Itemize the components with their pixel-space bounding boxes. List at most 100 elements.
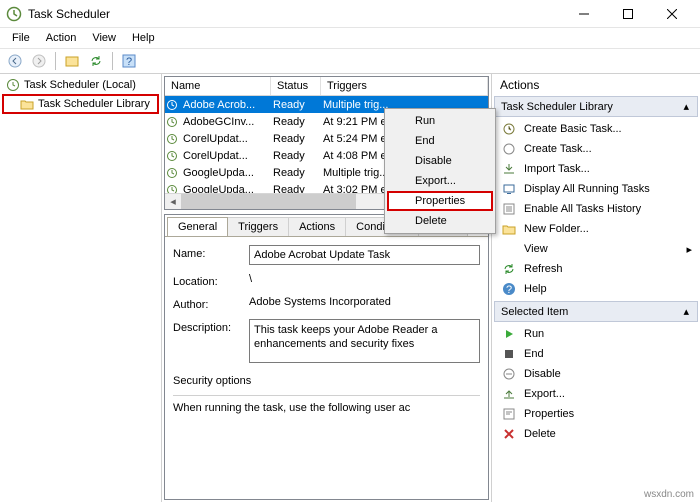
- actions-section-library-label: Task Scheduler Library: [501, 101, 613, 113]
- menu-view[interactable]: View: [84, 30, 124, 46]
- task-status: Ready: [269, 133, 319, 145]
- action-refresh[interactable]: Refresh: [492, 259, 700, 279]
- task-status: Ready: [269, 184, 319, 194]
- toolbar-separator: [112, 52, 113, 70]
- ctx-export[interactable]: Export...: [387, 171, 493, 191]
- action-label: Import Task...: [524, 163, 590, 175]
- task-status: Ready: [269, 116, 319, 128]
- enable-hist-icon: [502, 202, 516, 216]
- action-props[interactable]: Properties: [492, 404, 700, 424]
- action-help[interactable]: ? Help: [492, 279, 700, 299]
- folder-icon: [502, 222, 516, 236]
- ctx-run[interactable]: Run: [387, 111, 493, 131]
- scroll-left-icon[interactable]: ◂: [165, 194, 181, 209]
- ctx-disable[interactable]: Disable: [387, 151, 493, 171]
- action-enable-hist[interactable]: Enable All Tasks History: [492, 199, 700, 219]
- col-triggers[interactable]: Triggers: [321, 77, 488, 95]
- clock-icon: [165, 150, 179, 162]
- tab-page-general: Name: Adobe Acrobat Update Task Location…: [165, 236, 488, 499]
- col-name[interactable]: Name: [165, 77, 271, 95]
- toolbar-refresh-icon[interactable]: [85, 50, 107, 72]
- action-view[interactable]: View ▸: [492, 239, 700, 259]
- author-label: Author:: [173, 296, 241, 311]
- ctx-end[interactable]: End: [387, 131, 493, 151]
- description-input[interactable]: This task keeps your Adobe Reader a enha…: [249, 319, 480, 363]
- create-basic-icon: [502, 122, 516, 136]
- action-label: End: [524, 348, 544, 360]
- clock-icon: [165, 133, 179, 145]
- minimize-button[interactable]: [562, 0, 606, 28]
- watermark: wsxdn.com: [644, 489, 694, 500]
- menu-help[interactable]: Help: [124, 30, 163, 46]
- clock-icon: [6, 78, 20, 92]
- menu-file[interactable]: File: [4, 30, 38, 46]
- task-name: GoogleUpda...: [179, 184, 269, 194]
- chevron-right-icon: ▸: [686, 243, 692, 256]
- action-label: Create Task...: [524, 143, 592, 155]
- action-disable[interactable]: Disable: [492, 364, 700, 384]
- maximize-button[interactable]: [606, 0, 650, 28]
- clock-icon: [165, 167, 179, 179]
- svg-text:?: ?: [506, 284, 512, 296]
- action-run[interactable]: Run: [492, 324, 700, 344]
- actions-section-selected-label: Selected Item: [501, 306, 568, 318]
- end-icon: [502, 347, 516, 361]
- svg-text:?: ?: [126, 56, 132, 68]
- ctx-properties[interactable]: Properties: [387, 191, 493, 211]
- name-input[interactable]: Adobe Acrobat Update Task: [249, 245, 480, 265]
- action-label: Help: [524, 283, 547, 295]
- task-status: Ready: [269, 167, 319, 179]
- action-create[interactable]: Create Task...: [492, 139, 700, 159]
- nav-tree: Task Scheduler (Local) Task Scheduler Li…: [0, 74, 162, 502]
- action-display[interactable]: Display All Running Tasks: [492, 179, 700, 199]
- refresh-icon: [502, 262, 516, 276]
- tab-general[interactable]: General: [167, 217, 228, 236]
- task-name: AdobeGCInv...: [179, 116, 269, 128]
- toolbar-help-icon[interactable]: ?: [118, 50, 140, 72]
- toolbar-action-icon[interactable]: [61, 50, 83, 72]
- action-label: Properties: [524, 408, 574, 420]
- forward-button[interactable]: [28, 50, 50, 72]
- actions-section-selected[interactable]: Selected Item ▴: [494, 301, 698, 322]
- action-delete[interactable]: Delete: [492, 424, 700, 444]
- view-icon: [502, 242, 516, 256]
- actions-section-library[interactable]: Task Scheduler Library ▴: [494, 96, 698, 117]
- action-label: Delete: [524, 428, 556, 440]
- name-label: Name:: [173, 245, 241, 260]
- scrollbar-thumb[interactable]: [181, 194, 356, 209]
- tree-root[interactable]: Task Scheduler (Local): [2, 76, 159, 94]
- actions-pane: Actions Task Scheduler Library ▴ Create …: [492, 74, 700, 502]
- ctx-delete[interactable]: Delete: [387, 211, 493, 231]
- task-status: Ready: [269, 150, 319, 162]
- actions-list-selected: Run End Disable Export... Properties Delete: [492, 322, 700, 446]
- location-label: Location:: [173, 273, 241, 288]
- tree-library[interactable]: Task Scheduler Library: [2, 94, 159, 114]
- menu-action[interactable]: Action: [38, 30, 85, 46]
- context-menu: Run End Disable Export... Properties Del…: [384, 108, 496, 234]
- collapse-icon: ▴: [683, 305, 689, 318]
- action-label: Disable: [524, 368, 561, 380]
- window-title: Task Scheduler: [28, 7, 562, 21]
- col-status[interactable]: Status: [271, 77, 321, 95]
- action-folder[interactable]: New Folder...: [492, 219, 700, 239]
- actions-list-library: Create Basic Task... Create Task... Import…: [492, 117, 700, 301]
- folder-icon: [20, 97, 34, 111]
- location-value: \: [249, 273, 480, 285]
- action-import[interactable]: Import Task...: [492, 159, 700, 179]
- task-name: CorelUpdat...: [179, 133, 269, 145]
- action-export[interactable]: Export...: [492, 384, 700, 404]
- task-name: CorelUpdat...: [179, 150, 269, 162]
- close-button[interactable]: [650, 0, 694, 28]
- help-icon: ?: [502, 282, 516, 296]
- display-icon: [502, 182, 516, 196]
- clock-icon: [165, 99, 179, 111]
- action-label: View: [524, 243, 548, 255]
- tab-triggers[interactable]: Triggers: [227, 217, 289, 236]
- back-button[interactable]: [4, 50, 26, 72]
- clock-icon: [165, 116, 179, 128]
- export-icon: [502, 387, 516, 401]
- action-end[interactable]: End: [492, 344, 700, 364]
- tab-actions[interactable]: Actions: [288, 217, 346, 236]
- action-label: Run: [524, 328, 544, 340]
- action-create-basic[interactable]: Create Basic Task...: [492, 119, 700, 139]
